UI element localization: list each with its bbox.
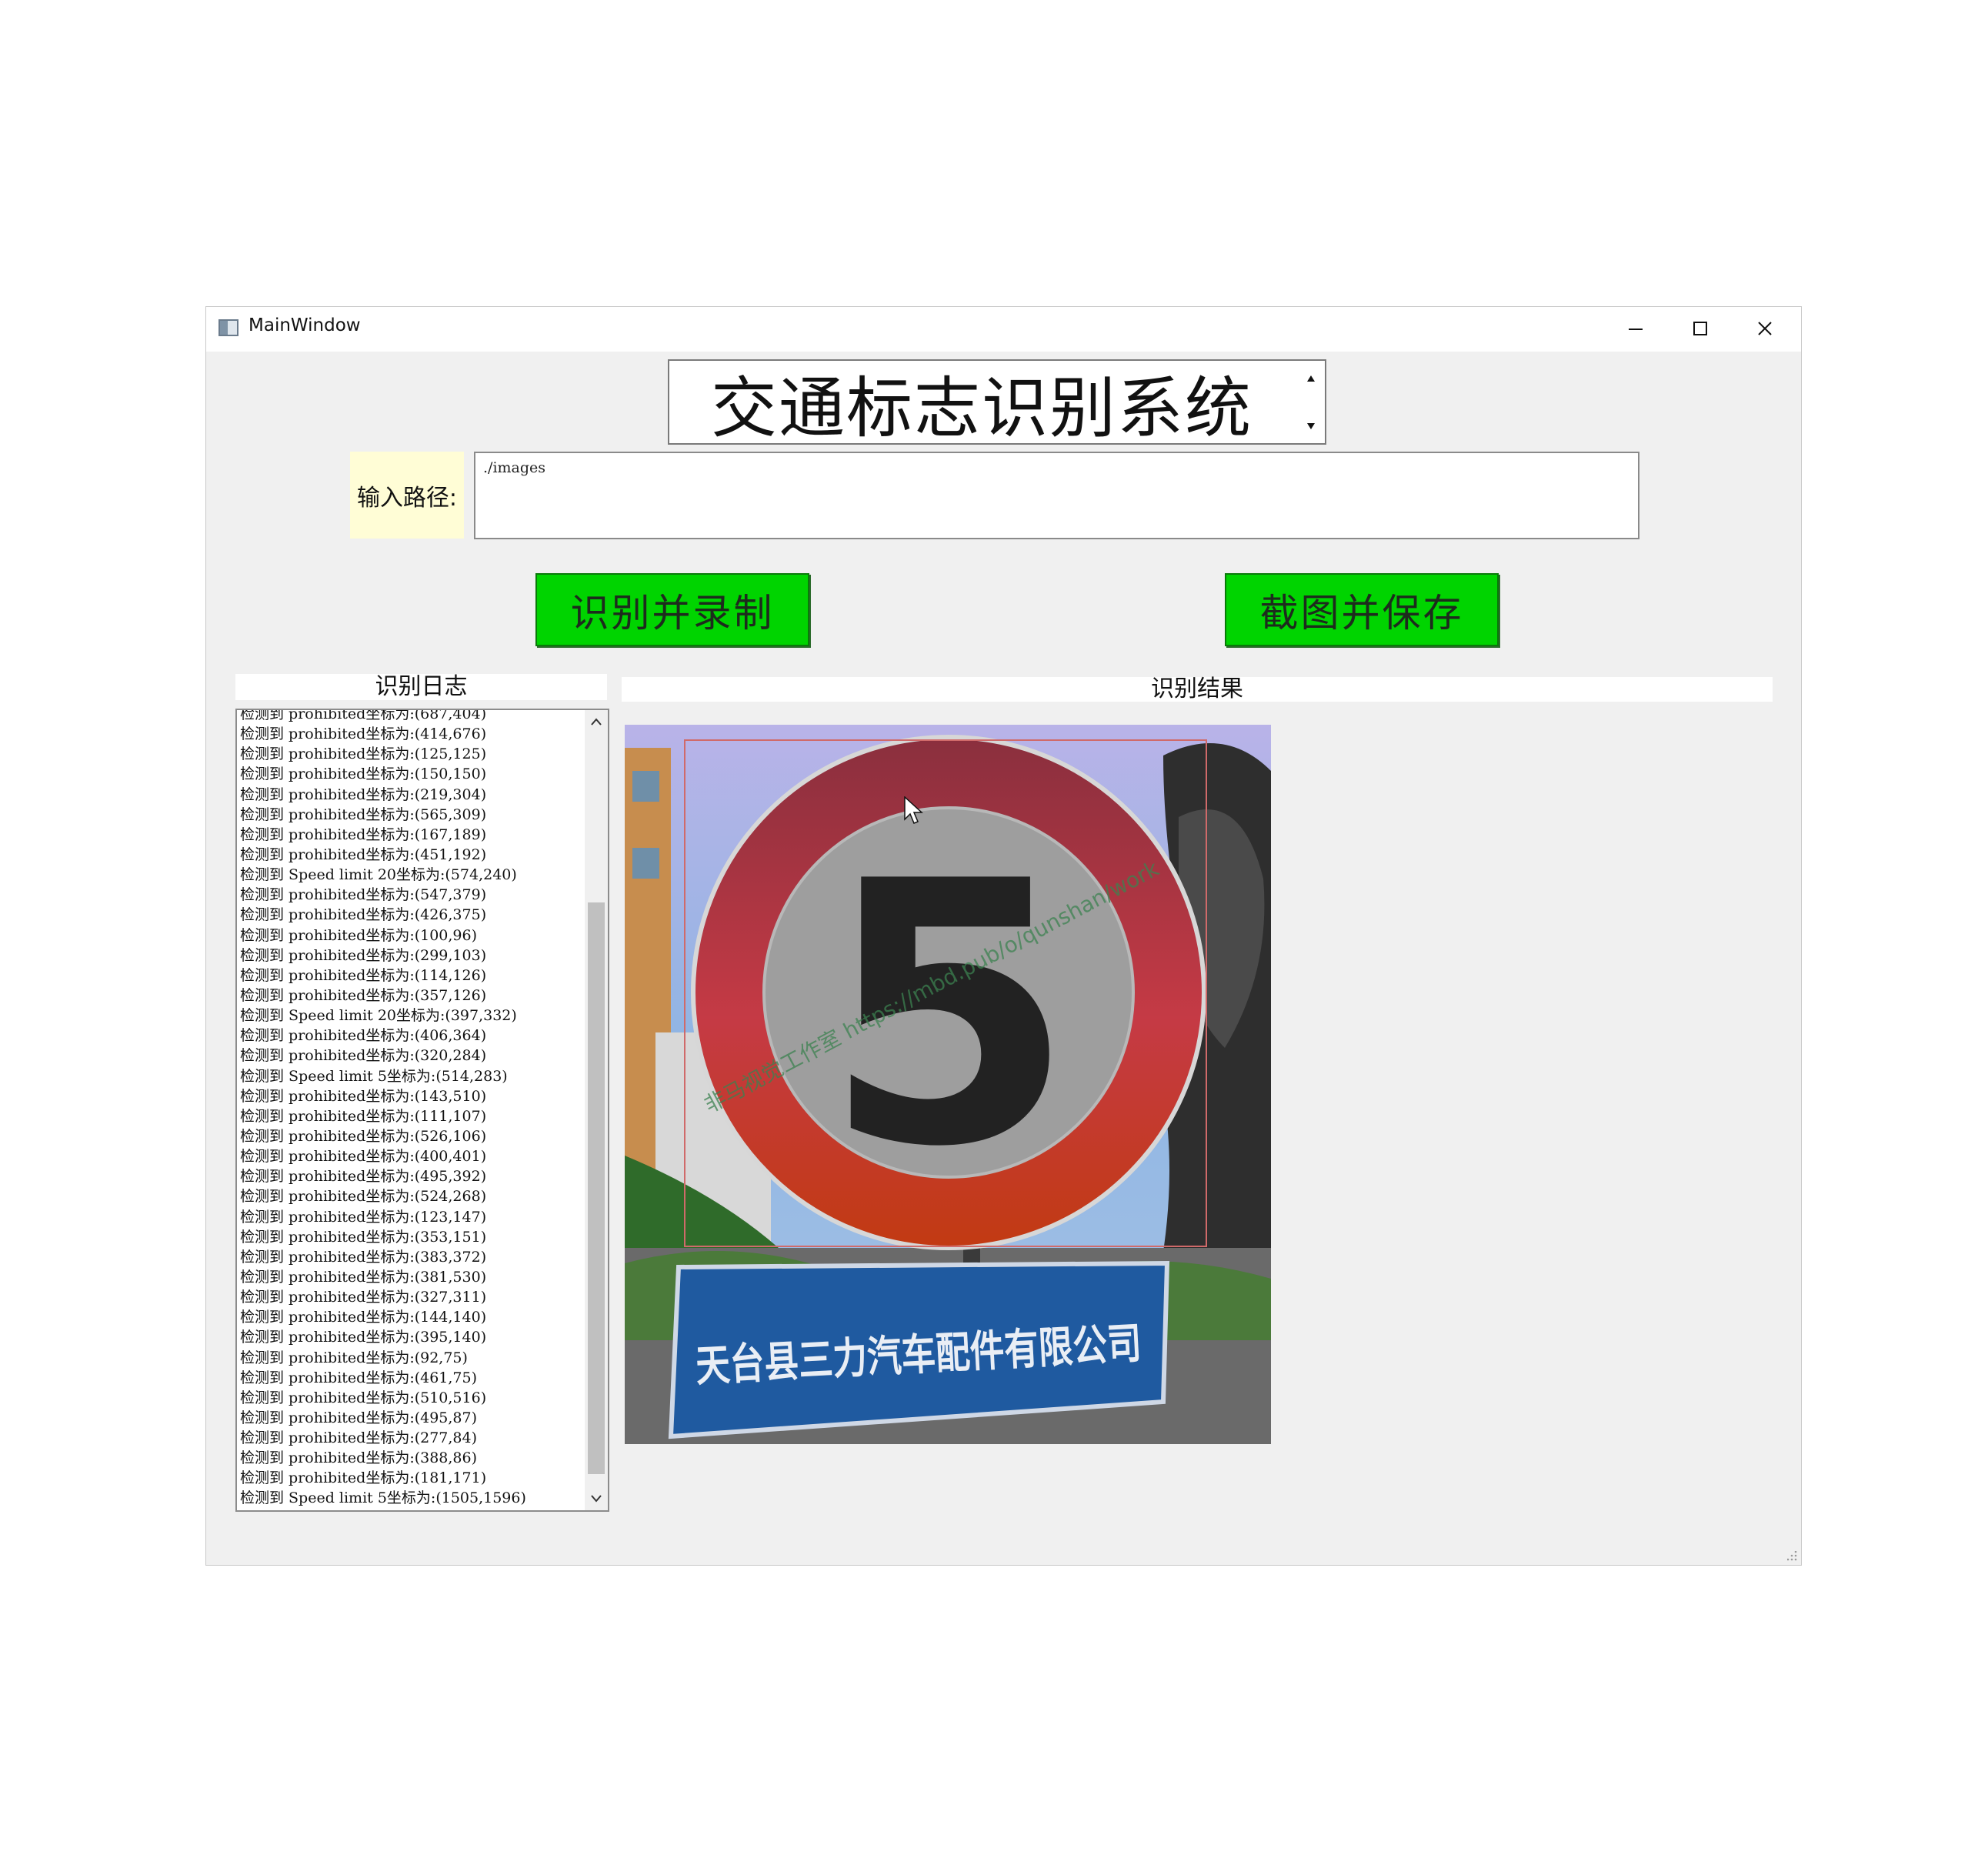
log-line: 检测到 prohibited坐标为:(123,147) bbox=[240, 1208, 487, 1226]
log-line: 检测到 prohibited坐标为:(524,268) bbox=[240, 1188, 487, 1206]
log-line: 检测到 Speed limit 20坐标为:(574,240) bbox=[240, 866, 517, 884]
log-line: 检测到 prohibited坐标为:(526,106) bbox=[240, 1127, 487, 1145]
arrow-up-icon bbox=[1307, 375, 1315, 382]
app-icon bbox=[218, 319, 238, 336]
log-line: 检测到 prohibited坐标为:(327,311) bbox=[240, 1289, 487, 1306]
log-line: 检测到 prohibited坐标为:(181,171) bbox=[240, 1469, 487, 1487]
chevron-down-icon bbox=[591, 1495, 602, 1503]
minimize-icon bbox=[1629, 329, 1643, 330]
log-line: 检测到 prohibited坐标为:(353,151) bbox=[240, 1228, 487, 1246]
window-title: MainWindow bbox=[248, 315, 361, 335]
log-line: 检测到 prohibited坐标为:(495,392) bbox=[240, 1168, 487, 1186]
log-line: 检测到 prohibited坐标为:(125,125) bbox=[240, 746, 487, 763]
log-line: 检测到 prohibited坐标为:(299,103) bbox=[240, 946, 487, 964]
log-line: 检测到 prohibited坐标为:(687,404) bbox=[240, 709, 487, 722]
log-line: 检测到 prohibited坐标为:(100,96) bbox=[240, 926, 478, 944]
log-list[interactable]: 检测到 prohibited坐标为:(687,404) 检测到 prohibite… bbox=[235, 709, 609, 1512]
log-line: 检测到 prohibited坐标为:(357,126) bbox=[240, 986, 487, 1004]
path-label: 输入路径: bbox=[350, 452, 464, 539]
log-line: 检测到 prohibited坐标为:(388,86) bbox=[240, 1449, 478, 1467]
system-title: 交通标志识别系统 bbox=[711, 370, 1253, 447]
log-line: 检测到 prohibited坐标为:(92,75) bbox=[240, 1349, 468, 1366]
log-line: 检测到 prohibited坐标为:(219,304) bbox=[240, 786, 487, 803]
scroll-down-button[interactable] bbox=[585, 1487, 608, 1510]
result-image: 5 天台县三力汽车配件有限公司 非马视觉工作室 https://mbd.pub/… bbox=[625, 725, 1271, 1444]
log-line: 检测到 prohibited坐标为:(495,87) bbox=[240, 1409, 478, 1426]
log-line: 检测到 prohibited坐标为:(565,309) bbox=[240, 806, 487, 823]
log-line: 检测到 prohibited坐标为:(461,75) bbox=[240, 1369, 478, 1386]
maximize-button[interactable] bbox=[1669, 307, 1733, 352]
log-line: 检测到 prohibited坐标为:(144,140) bbox=[240, 1309, 487, 1326]
scroll-up-button[interactable] bbox=[585, 710, 608, 733]
log-line: 检测到 prohibited坐标为:(114,126) bbox=[240, 966, 487, 984]
log-line: 检测到 prohibited坐标为:(510,516) bbox=[240, 1389, 487, 1406]
log-line: 检测到 Speed limit 20坐标为:(397,332) bbox=[240, 1007, 517, 1025]
log-line: 检测到 prohibited坐标为:(320,284) bbox=[240, 1047, 487, 1065]
title-spinbox[interactable]: 交通标志识别系统 bbox=[668, 359, 1326, 447]
log-line: 检测到 prohibited坐标为:(381,530) bbox=[240, 1268, 487, 1286]
log-line: 检测到 prohibited坐标为:(111,107) bbox=[240, 1107, 487, 1125]
spin-buttons bbox=[1299, 364, 1323, 440]
path-input[interactable]: ./images bbox=[474, 452, 1639, 539]
log-scrollbar[interactable] bbox=[585, 710, 608, 1510]
log-line: 检测到 prohibited坐标为:(406,364) bbox=[240, 1027, 487, 1045]
mouse-cursor-icon bbox=[904, 796, 923, 824]
title-bar: MainWindow bbox=[206, 307, 1801, 352]
resize-grip-icon[interactable] bbox=[1787, 1551, 1798, 1562]
log-line: 检测到 prohibited坐标为:(143,510) bbox=[240, 1087, 487, 1105]
log-title: 识别日志 bbox=[235, 674, 607, 700]
log-line: 检测到 Speed limit 5坐标为:(514,283) bbox=[240, 1067, 508, 1085]
scroll-thumb[interactable] bbox=[588, 902, 605, 1474]
log-line: 检测到 prohibited坐标为:(167,189) bbox=[240, 826, 487, 843]
log-line: 检测到 Speed limit 5坐标为:(1505,1596) bbox=[240, 1489, 526, 1507]
maximize-icon bbox=[1693, 322, 1707, 335]
log-line: 检测到 prohibited坐标为:(150,150) bbox=[240, 766, 487, 783]
log-line: 检测到 prohibited坐标为:(277,84) bbox=[240, 1429, 478, 1447]
chevron-up-icon bbox=[591, 718, 602, 726]
screenshot-save-button[interactable]: 截图并保存 bbox=[1225, 573, 1499, 646]
detect-record-button[interactable]: 识别并录制 bbox=[535, 573, 809, 646]
result-title: 识别结果 bbox=[622, 677, 1773, 702]
log-line: 检测到 prohibited坐标为:(451,192) bbox=[240, 846, 487, 863]
log-line: 检测到 prohibited坐标为:(400,401) bbox=[240, 1148, 487, 1166]
minimize-button[interactable] bbox=[1604, 307, 1669, 352]
log-line: 检测到 prohibited坐标为:(395,140) bbox=[240, 1329, 487, 1346]
log-line: 检测到 prohibited坐标为:(383,372) bbox=[240, 1248, 487, 1266]
log-lines: 检测到 prohibited坐标为:(687,404) 检测到 prohibite… bbox=[240, 709, 579, 1509]
main-window: MainWindow 交通标志识别系统 输入路径: ./images 识别并录制… bbox=[205, 306, 1802, 1566]
log-line: 检测到 prohibited坐标为:(547,379) bbox=[240, 886, 487, 904]
close-button[interactable] bbox=[1733, 307, 1798, 352]
spin-down-button[interactable] bbox=[1299, 402, 1323, 440]
log-line: 检测到 prohibited坐标为:(426,375) bbox=[240, 906, 487, 924]
log-line: 检测到 prohibited坐标为:(414,676) bbox=[240, 726, 487, 743]
spin-up-button[interactable] bbox=[1299, 364, 1323, 402]
arrow-down-icon bbox=[1307, 423, 1315, 429]
close-icon bbox=[1758, 322, 1772, 335]
